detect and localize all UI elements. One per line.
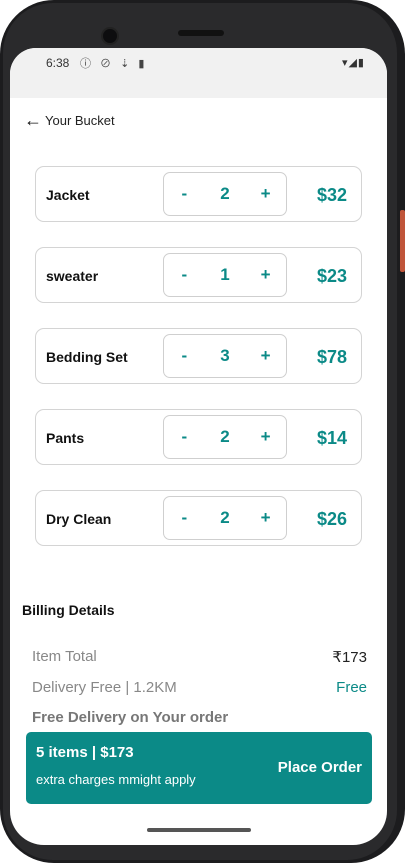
front-camera [101, 27, 119, 45]
increment-button[interactable]: + [251, 346, 281, 366]
quantity-value: 1 [220, 265, 230, 284]
status-notification-icons: ⓘ ⊘ ⇣ ▮ [80, 58, 148, 70]
delivery-value: Free [336, 679, 367, 696]
increment-button[interactable]: + [251, 427, 281, 447]
item-total-label: Item Total [32, 648, 97, 665]
order-note: extra charges mmight apply [36, 772, 196, 787]
cart-item: Jacket - 2 + $32 [35, 166, 362, 222]
decrement-button[interactable]: - [169, 508, 199, 528]
cart-item: Pants - 2 + $14 [35, 409, 362, 465]
power-button [400, 210, 405, 272]
item-total-value: ₹173 [332, 649, 367, 666]
item-name: Jacket [46, 187, 90, 203]
increment-button[interactable]: + [251, 265, 281, 285]
item-price: $32 [316, 185, 347, 205]
item-name: Pants [46, 430, 85, 446]
quantity-stepper: - 2 + [163, 496, 287, 540]
cart-item: sweater - 1 + $23 [35, 247, 362, 303]
quantity-stepper: - 3 + [163, 334, 287, 378]
item-total-row: Item Total ₹173 [32, 648, 367, 668]
item-price: $23 [316, 266, 347, 286]
decrement-button[interactable]: - [169, 427, 199, 447]
earpiece-speaker [178, 30, 224, 36]
item-name: sweater [46, 268, 99, 284]
free-delivery-note: Free Delivery on Your order [32, 709, 229, 726]
place-order-button[interactable]: Place Order [278, 732, 362, 804]
decrement-button[interactable]: - [169, 346, 199, 366]
item-price: $26 [316, 509, 347, 529]
decrement-button[interactable]: - [169, 184, 199, 204]
quantity-stepper: - 2 + [163, 415, 287, 459]
cart-item: Dry Clean - 2 + $26 [35, 490, 362, 546]
quantity-value: 2 [220, 508, 230, 527]
quantity-value: 2 [220, 427, 230, 446]
home-indicator[interactable] [147, 828, 251, 832]
phone-frame: 6:38 ⓘ ⊘ ⇣ ▮ ▾◢▮ ← Your Bucket Jacket - … [0, 0, 405, 863]
delivery-row: Delivery Free | 1.2KM Free [32, 679, 367, 699]
app-screen: 6:38 ⓘ ⊘ ⇣ ▮ ▾◢▮ ← Your Bucket Jacket - … [10, 48, 387, 845]
item-price: $78 [316, 347, 347, 367]
status-signal-battery-icons: ▾◢▮ [341, 57, 365, 69]
quantity-value: 2 [220, 184, 230, 203]
quantity-value: 3 [220, 346, 230, 365]
page-title: Your Bucket [45, 112, 115, 128]
increment-button[interactable]: + [251, 184, 281, 204]
decrement-button[interactable]: - [169, 265, 199, 285]
order-summary: 5 items | $173 [36, 744, 134, 761]
back-arrow-icon[interactable]: ← [24, 111, 42, 129]
quantity-stepper: - 2 + [163, 172, 287, 216]
page-header: ← Your Bucket [24, 110, 115, 130]
delivery-label: Delivery Free | 1.2KM [32, 679, 177, 696]
status-bar: 6:38 ⓘ ⊘ ⇣ ▮ ▾◢▮ [10, 48, 387, 98]
place-order-bar[interactable]: 5 items | $173 extra charges mmight appl… [26, 732, 372, 804]
quantity-stepper: - 1 + [163, 253, 287, 297]
increment-button[interactable]: + [251, 508, 281, 528]
item-price: $14 [316, 428, 347, 448]
cart-item: Bedding Set - 3 + $78 [35, 328, 362, 384]
status-time: 6:38 [46, 56, 70, 70]
item-name: Bedding Set [46, 349, 128, 365]
item-name: Dry Clean [46, 511, 112, 527]
billing-title: Billing Details [22, 602, 115, 618]
